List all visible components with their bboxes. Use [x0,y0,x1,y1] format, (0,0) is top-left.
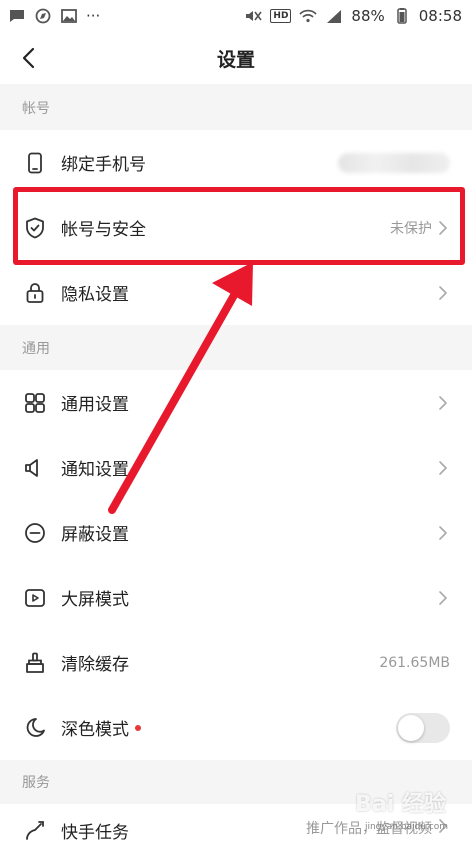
chevron-right-icon [438,220,450,236]
compass-icon [34,8,52,24]
cache-size: 261.65MB [379,654,450,671]
toggle-knob [398,714,424,741]
baidu-watermark: Bai 经验 [355,792,446,817]
chevron-right-icon [438,285,450,301]
hd-badge: HD [270,9,292,23]
chevron-right-icon [438,525,450,541]
row-label: 绑定手机号 [61,155,146,175]
row-label: 大屏模式 [61,590,129,610]
row-label: 屏蔽设置 [61,525,129,545]
row-account-security[interactable]: 帐号与安全 未保护 [0,195,472,260]
play-screen-icon [22,585,48,611]
baidu-watermark-url: jingyan.baidu.com [364,822,448,832]
chevron-right-icon [438,460,450,476]
shield-icon [22,215,48,241]
clock: 08:58 [418,7,462,25]
mute-icon [244,8,263,24]
back-arrow-icon [22,47,35,69]
row-dark-mode: 深色模式 [0,695,472,760]
row-label: 深色模式 [61,715,396,740]
row-label: 通用设置 [61,395,129,415]
row-label: 帐号与安全 [61,220,146,240]
status-bar-left: ··· [8,7,100,25]
minus-circle-icon [22,520,48,546]
chevron-right-icon [438,590,450,606]
row-big-screen[interactable]: 大屏模式 [0,565,472,630]
row-notification[interactable]: 通知设置 [0,435,472,500]
lock-icon [22,280,48,306]
wifi-icon [299,8,318,24]
row-label: 通知设置 [61,460,129,480]
battery-percent: 88% [351,7,385,25]
row-block[interactable]: 屏蔽设置 [0,500,472,565]
grid-icon [22,390,48,416]
back-button[interactable] [12,42,44,74]
speaker-icon [22,455,48,481]
row-label: 清除缓存 [61,655,129,675]
top-bar: 设置 [0,32,472,84]
status-bar-right: HD 88% 08:58 [244,7,462,25]
section-header-general: 通用 [0,326,472,370]
signal-icon [325,8,343,24]
moon-icon [22,715,48,741]
message-icon [8,8,26,24]
task-icon [22,818,48,844]
phone-number-blurred [338,152,450,173]
new-badge-dot [135,724,141,731]
chevron-right-icon [438,395,450,411]
image-icon [60,8,78,24]
phone-icon [22,150,48,176]
row-label: 隐私设置 [61,285,129,305]
row-label: 快手任务 [61,823,129,843]
security-status: 未保护 [390,220,432,237]
dark-mode-toggle[interactable] [396,712,450,743]
broom-icon [22,650,48,676]
dark-mode-label: 深色模式 [61,720,129,740]
battery-icon [393,8,411,24]
row-privacy[interactable]: 隐私设置 [0,260,472,325]
page-title: 设置 [216,48,255,71]
row-bind-phone[interactable]: 绑定手机号 [0,130,472,195]
status-bar: ··· HD 88% 08:58 [0,0,472,32]
row-general-settings[interactable]: 通用设置 [0,370,472,435]
status-more: ··· [86,7,101,25]
section-header-account: 帐号 [0,86,472,130]
row-clear-cache[interactable]: 清除缓存 261.65MB [0,630,472,695]
